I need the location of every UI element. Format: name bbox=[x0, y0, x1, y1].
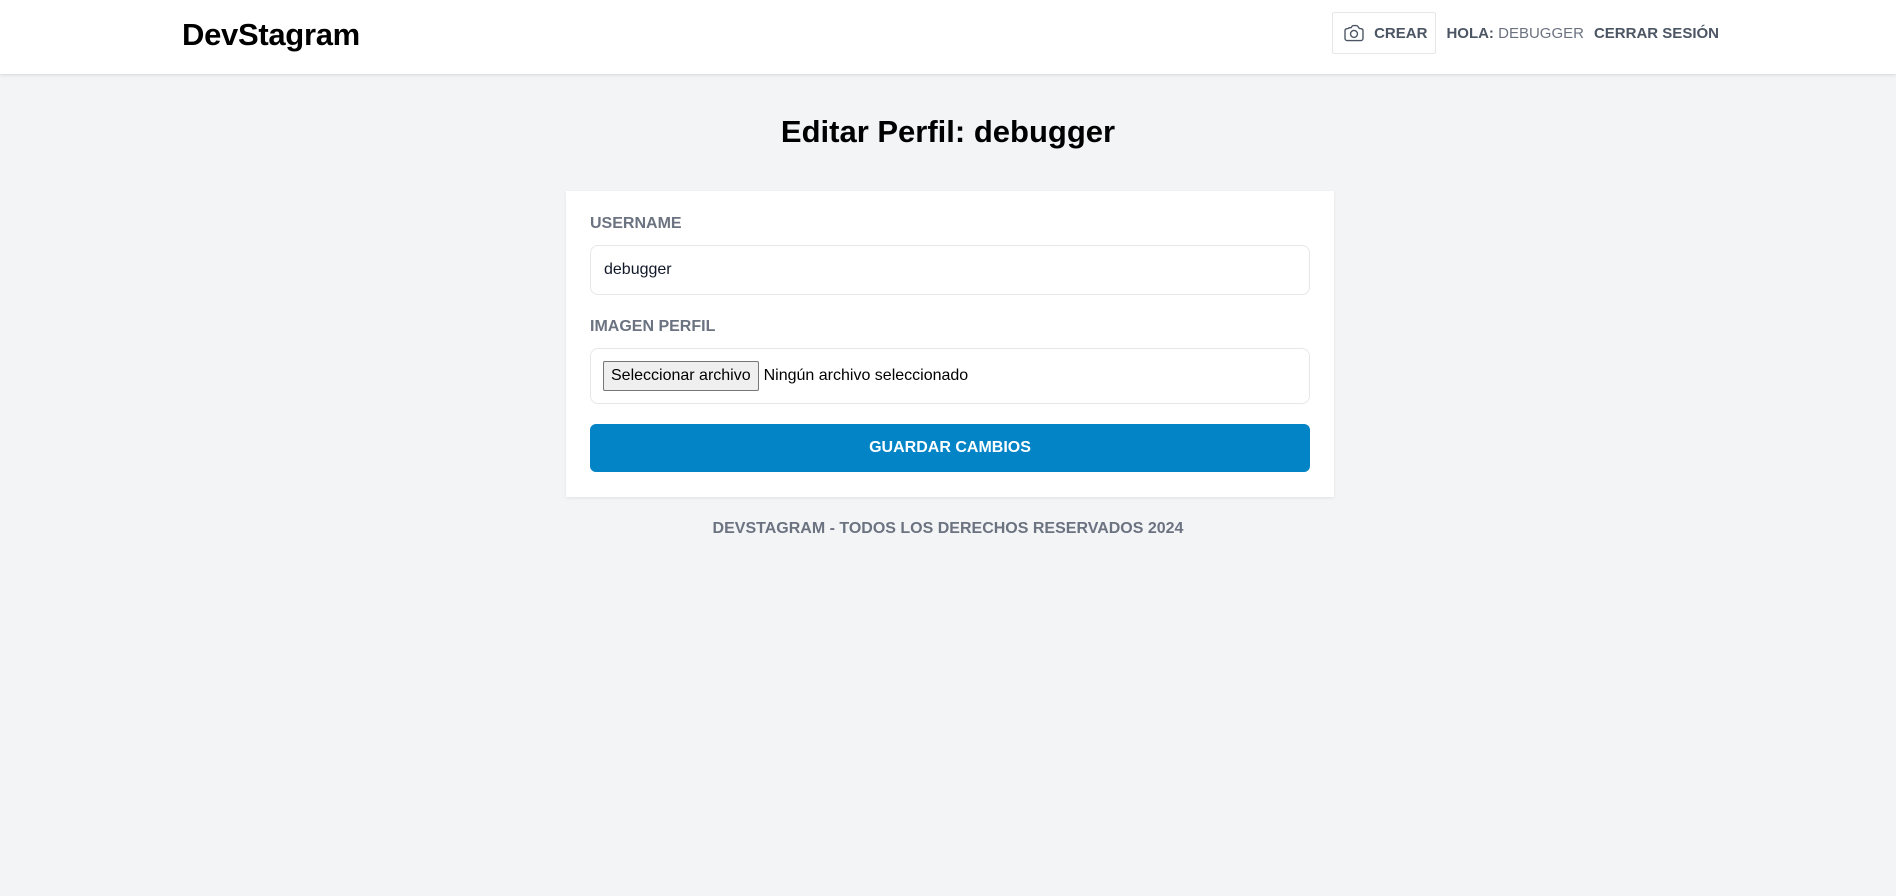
image-label: Imagen Perfil bbox=[590, 318, 716, 335]
footer-text: DevStagram - Todos los derechos reservad… bbox=[712, 520, 1184, 537]
page-title: Editar Perfil: debugger bbox=[780, 114, 1116, 149]
image-field: Imagen Perfil Seleccionar archivo Ningún… bbox=[590, 318, 1310, 404]
username-input[interactable] bbox=[590, 245, 1310, 295]
top-navbar: DevStagram Crear Hola: debugger Cerrar S… bbox=[0, 0, 1896, 74]
edit-profile-form: Username Imagen Perfil Seleccionar archi… bbox=[566, 191, 1334, 497]
camera-icon bbox=[1344, 24, 1364, 42]
create-post-button[interactable]: Crear bbox=[1332, 12, 1437, 54]
greeting-label: Hola: bbox=[1446, 24, 1494, 42]
save-changes-button[interactable]: Guardar Cambios bbox=[590, 424, 1310, 472]
image-file-input[interactable]: Seleccionar archivo Ningún archivo selec… bbox=[590, 348, 1310, 404]
username-label: Username bbox=[590, 215, 682, 232]
logout-button[interactable]: Cerrar Sesión bbox=[1594, 25, 1719, 42]
current-username: debugger bbox=[1498, 24, 1584, 42]
choose-file-button[interactable]: Seleccionar archivo bbox=[603, 361, 759, 391]
app-logo[interactable]: DevStagram bbox=[182, 17, 360, 53]
create-label: Crear bbox=[1374, 24, 1428, 42]
user-nav: Crear Hola: debugger Cerrar Sesión bbox=[1332, 12, 1719, 54]
file-status-text: Ningún archivo seleccionado bbox=[763, 367, 969, 384]
greeting: Hola: debugger bbox=[1446, 25, 1584, 42]
